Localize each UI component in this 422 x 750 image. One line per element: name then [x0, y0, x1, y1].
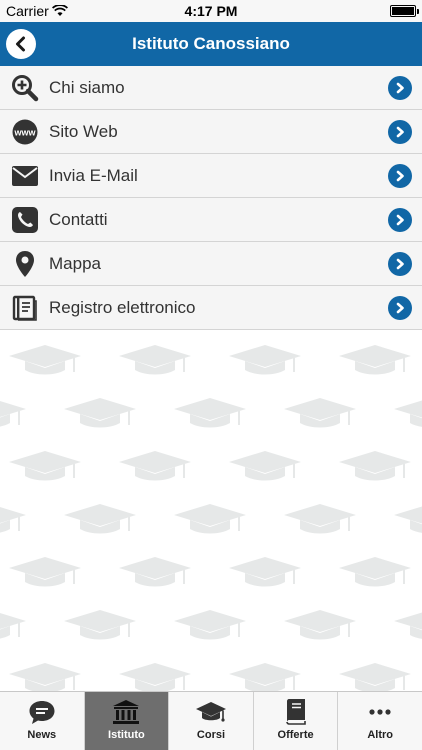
menu-item-label: Chi siamo	[49, 77, 125, 97]
graduation-cap-pattern-mark	[119, 345, 191, 375]
graduation-cap-pattern-mark	[119, 451, 191, 481]
menu-item-invia-email[interactable]: Invia E-Mail	[0, 154, 422, 198]
graduation-cap-pattern-mark	[0, 507, 26, 533]
map-pin-icon	[0, 242, 49, 286]
envelope-icon	[0, 154, 49, 198]
tab-offerte[interactable]: Offerte	[254, 692, 339, 750]
zoom-in-icon	[0, 66, 49, 110]
tab-istituto[interactable]: Istituto	[84, 692, 170, 750]
chevron-right-icon[interactable]	[388, 76, 412, 100]
chevron-right-icon[interactable]	[388, 120, 412, 144]
institution-icon	[112, 697, 140, 727]
phone-icon	[0, 198, 49, 242]
graduation-cap-pattern-mark	[119, 557, 191, 587]
chevron-right-icon[interactable]	[388, 296, 412, 320]
menu-item-chi-siamo[interactable]: Chi siamo	[0, 66, 422, 110]
graduation-cap-pattern-mark	[339, 451, 411, 481]
chevron-right-icon[interactable]	[388, 208, 412, 232]
institute-menu: Chi siamo www Sito Web Invia E-Mail Cont…	[0, 66, 422, 330]
tab-label: Istituto	[108, 729, 145, 741]
graduation-cap-pattern-mark	[394, 612, 422, 639]
graduation-cap-pattern-mark	[9, 345, 81, 375]
chevron-left-icon	[16, 36, 25, 52]
menu-item-label: Sito Web	[49, 121, 118, 141]
graduation-cap-pattern-mark	[174, 398, 246, 428]
tab-label: Altro	[367, 729, 393, 741]
book-icon	[284, 697, 308, 727]
graduation-cap-pattern-mark	[394, 506, 422, 533]
graduation-cap-pattern-mark	[229, 663, 301, 691]
speech-bubble-icon	[28, 697, 56, 727]
chevron-right-icon[interactable]	[388, 252, 412, 276]
tab-altro[interactable]: Altro	[338, 692, 422, 750]
graduation-cap-pattern-mark	[339, 663, 411, 691]
menu-item-label: Registro elettronico	[49, 297, 196, 317]
graduation-cap-pattern-mark	[284, 504, 356, 534]
graduation-cap-pattern-mark	[339, 557, 411, 587]
navigation-bar: Istituto Canossiano	[0, 22, 422, 66]
page-title: Istituto Canossiano	[132, 34, 290, 53]
graduation-cap-pattern-mark	[229, 345, 301, 375]
tab-bar: News Istituto Corsi Offerte Altro	[0, 691, 422, 750]
chevron-right-icon[interactable]	[388, 164, 412, 188]
more-dots-icon	[368, 697, 392, 727]
battery-icon	[390, 5, 419, 17]
graduation-cap-pattern-mark	[9, 451, 81, 481]
graduation-cap-pattern-mark	[229, 557, 301, 587]
graduation-cap-pattern-mark	[229, 451, 301, 481]
graduation-cap-pattern-mark	[0, 401, 26, 427]
graduation-cap-pattern-mark	[394, 400, 422, 427]
menu-item-label: Contatti	[49, 209, 108, 229]
tab-label: Corsi	[196, 729, 226, 741]
svg-text:www: www	[13, 127, 36, 137]
menu-item-label: Invia E-Mail	[49, 165, 138, 185]
graduation-cap-pattern-mark	[174, 610, 246, 640]
menu-item-sito-web[interactable]: www Sito Web	[0, 110, 422, 154]
graduation-cap-pattern-mark	[64, 398, 136, 428]
tab-corsi[interactable]: Corsi	[169, 692, 254, 750]
graduation-cap-pattern-mark	[174, 504, 246, 534]
graduation-cap-pattern-mark	[9, 557, 81, 587]
tab-label: News	[27, 729, 57, 741]
graduation-cap-pattern-mark	[339, 345, 411, 375]
graduation-cap-pattern-mark	[284, 610, 356, 640]
register-book-icon	[0, 286, 49, 330]
graduation-cap-pattern-mark	[284, 398, 356, 428]
graduation-cap-pattern-mark	[119, 663, 191, 691]
graduation-cap-pattern-mark	[0, 613, 26, 639]
background-pattern-graphic	[0, 345, 422, 691]
status-bar: Carrier 4:17 PM	[0, 0, 422, 22]
menu-item-contatti[interactable]: Contatti	[0, 198, 422, 242]
menu-item-mappa[interactable]: Mappa	[0, 242, 422, 286]
graduation-cap-pattern-mark	[64, 610, 136, 640]
tab-news[interactable]: News	[0, 692, 85, 750]
graduation-cap-icon	[195, 697, 227, 727]
menu-item-registro-elettronico[interactable]: Registro elettronico	[0, 286, 422, 330]
menu-item-label: Mappa	[49, 253, 101, 273]
www-icon: www	[0, 110, 49, 154]
back-button[interactable]	[6, 29, 36, 59]
graduation-cap-pattern-mark	[9, 663, 81, 691]
graduation-cap-pattern	[0, 331, 422, 691]
clock: 4:17 PM	[184, 3, 238, 19]
graduation-cap-pattern-mark	[64, 504, 136, 534]
tab-label: Offerte	[277, 729, 314, 741]
